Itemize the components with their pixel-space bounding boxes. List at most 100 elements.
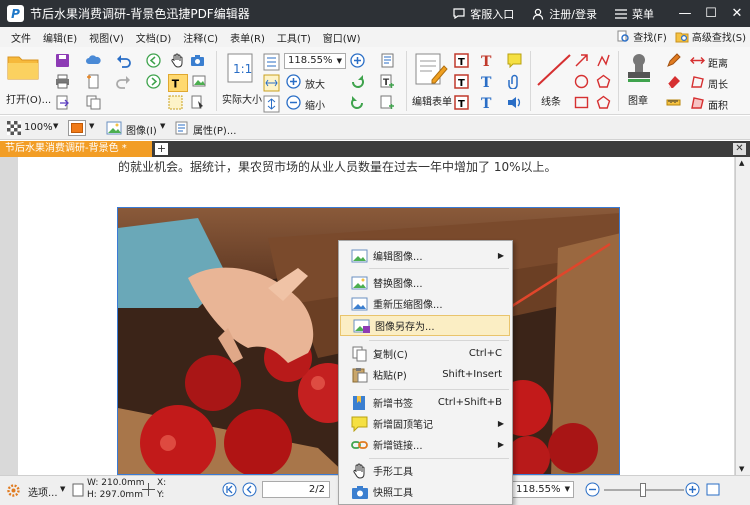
zoom-in-icon[interactable]	[685, 482, 700, 497]
menu-item-save-image-as[interactable]: 图像另存为...	[340, 315, 510, 336]
close-window-button[interactable]: ✕	[724, 6, 750, 21]
status-zoom-select[interactable]: 118.55% ▼	[512, 481, 574, 498]
redo-icon[interactable]	[116, 74, 131, 89]
options-button[interactable]: 选项...	[28, 484, 58, 499]
zoom-plus-icon[interactable]	[350, 53, 365, 68]
zoom-out-label[interactable]: 缩小	[305, 97, 325, 112]
zoom-out-icon[interactable]	[585, 482, 600, 497]
chevron-down-icon[interactable]: ▼	[89, 122, 94, 130]
page-input[interactable]: 2/2	[262, 481, 330, 498]
actual-size-button[interactable]: 1:1	[226, 53, 254, 83]
undo-icon[interactable]	[116, 53, 131, 68]
typewriter-icon[interactable]: T	[479, 53, 494, 68]
cloud-shape-icon[interactable]	[596, 95, 611, 110]
menu-item-edit-image[interactable]: 编辑图像... ▶	[339, 245, 512, 266]
menu-button[interactable]: 菜单	[615, 6, 654, 22]
text-underline-icon[interactable]: T	[479, 95, 494, 110]
perimeter-icon[interactable]	[690, 74, 705, 89]
polygon-tool-icon[interactable]	[596, 74, 611, 89]
zoom-slider-handle[interactable]	[640, 483, 646, 497]
open-label[interactable]: 打开(O)...	[6, 91, 51, 106]
maximize-button[interactable]: ☐	[698, 6, 724, 21]
chevron-up-icon[interactable]: ▲	[739, 159, 744, 167]
minimize-button[interactable]: —	[672, 6, 698, 21]
vertical-scrollbar[interactable]: ▲ ▼	[735, 157, 750, 475]
text-highlight-icon[interactable]: T	[479, 74, 494, 89]
fit-visible-icon[interactable]	[263, 95, 280, 113]
menu-item-hand-tool[interactable]: 手形工具	[339, 460, 512, 481]
insert-page-icon[interactable]	[380, 95, 395, 110]
sticky-note-icon[interactable]	[507, 53, 522, 68]
save-icon[interactable]	[55, 53, 70, 68]
insert-text-icon[interactable]: T	[380, 74, 395, 89]
chevron-down-icon[interactable]: ▼	[60, 485, 65, 493]
callout-icon[interactable]: T	[454, 95, 469, 110]
menu-file[interactable]: 文件	[5, 30, 37, 45]
edit-form-label[interactable]: 编辑表单	[412, 93, 452, 108]
menu-view[interactable]: 视图(V)	[83, 30, 130, 45]
object-tool-icon[interactable]	[190, 95, 205, 110]
menu-comment[interactable]: 注释(C)	[177, 30, 224, 45]
fit-window-icon[interactable]	[706, 483, 720, 496]
close-tab-button[interactable]: ✕	[733, 143, 746, 155]
forward-icon[interactable]	[146, 74, 161, 89]
polyline-tool-icon[interactable]	[596, 53, 611, 68]
stamp-label[interactable]: 图章	[628, 92, 648, 107]
previous-page-icon[interactable]	[242, 482, 257, 497]
arrow-tool-icon[interactable]	[574, 53, 589, 68]
rotate-left-icon[interactable]	[350, 74, 365, 89]
first-page-icon[interactable]	[222, 482, 237, 497]
edit-form-button[interactable]	[414, 52, 448, 86]
area-icon[interactable]	[690, 95, 705, 110]
zoom-in-label[interactable]: 放大	[305, 76, 325, 91]
properties-button[interactable]: 属性(P)...	[193, 122, 236, 137]
menu-item-add-link[interactable]: 新增链接... ▶	[339, 434, 512, 455]
zoom-select[interactable]: 118.55% ▼	[284, 53, 346, 69]
line-icon[interactable]	[536, 53, 572, 87]
cloud-icon[interactable]	[86, 53, 101, 68]
menu-form[interactable]: 表单(R)	[224, 30, 271, 45]
copy-document-icon[interactable]	[86, 95, 101, 110]
select-text-icon[interactable]: T	[168, 74, 188, 92]
opacity-value[interactable]: 100%	[24, 122, 53, 133]
select-image-icon[interactable]	[192, 74, 207, 89]
eraser-icon[interactable]	[666, 74, 681, 89]
fill-color-button[interactable]	[68, 120, 86, 136]
tab-document[interactable]: 节后水果消费调研-背景色 *	[0, 141, 152, 157]
rotate-right-icon[interactable]	[350, 95, 365, 110]
pen-icon[interactable]	[666, 53, 681, 68]
zoom-slider[interactable]	[604, 483, 684, 497]
print-icon[interactable]	[55, 74, 70, 89]
menu-window[interactable]: 窗口(W)	[317, 30, 367, 45]
menu-document[interactable]: 文档(D)	[130, 30, 178, 45]
menu-item-replace-image[interactable]: 替换图像...	[339, 272, 512, 293]
chevron-down-icon[interactable]: ▼	[739, 465, 744, 473]
perimeter-label[interactable]: 周长	[708, 76, 728, 91]
distance-label[interactable]: 距离	[708, 55, 728, 70]
ruler-icon[interactable]	[666, 95, 681, 110]
distance-icon[interactable]	[690, 53, 705, 68]
export-icon[interactable]	[55, 95, 70, 110]
menu-edit[interactable]: 编辑(E)	[37, 30, 83, 45]
service-button[interactable]: 客服入口	[453, 6, 514, 22]
menu-item-snapshot-tool[interactable]: 快照工具	[339, 481, 512, 502]
page-layout-icon[interactable]	[380, 53, 395, 68]
menu-item-add-sticky-note[interactable]: 新增固顶笔记 ▶	[339, 413, 512, 434]
fit-page-icon[interactable]	[263, 53, 280, 71]
menu-tools[interactable]: 工具(T)	[271, 30, 317, 45]
zoom-out-icon[interactable]	[286, 95, 301, 110]
find-button[interactable]: 查找(F)	[617, 29, 667, 44]
sound-icon[interactable]	[507, 95, 522, 110]
fit-width-icon[interactable]	[263, 74, 280, 92]
menu-item-recompress-image[interactable]: 重新压缩图像...	[339, 293, 512, 314]
login-button[interactable]: 注册/登录	[532, 6, 597, 22]
circle-tool-icon[interactable]	[574, 74, 589, 89]
stamp-button[interactable]	[624, 52, 654, 84]
line-label[interactable]: 线条	[541, 93, 561, 108]
menu-item-add-bookmark[interactable]: 新增书签 Ctrl+Shift+B	[339, 392, 512, 413]
chevron-down-icon[interactable]: ▼	[160, 122, 165, 130]
open-button[interactable]	[6, 53, 42, 83]
back-icon[interactable]	[146, 53, 161, 68]
image-menu[interactable]: 图像(I)	[126, 122, 157, 137]
hand-tool-icon[interactable]	[170, 53, 185, 68]
